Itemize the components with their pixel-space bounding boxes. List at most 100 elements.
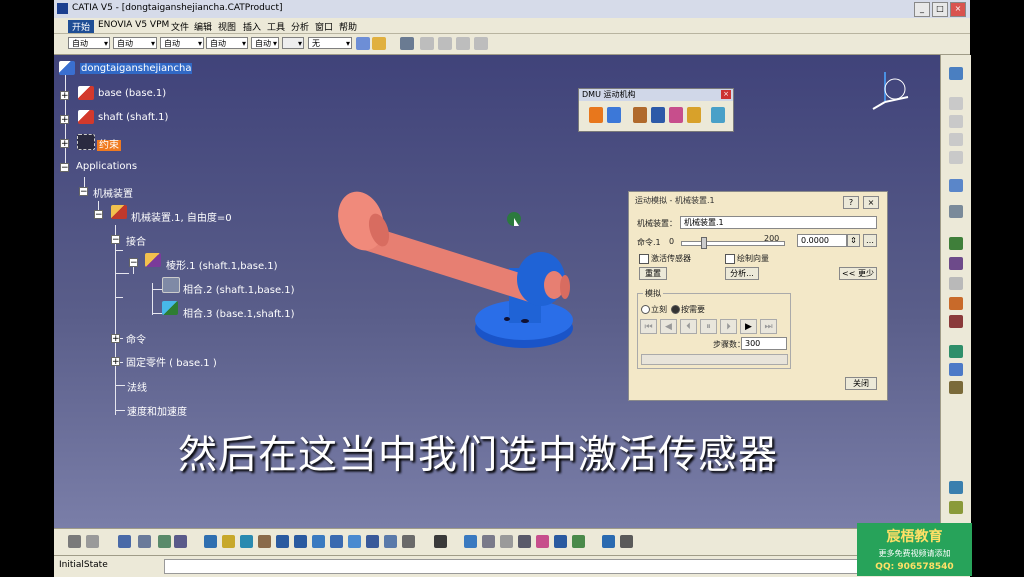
tool-icon[interactable] [949, 501, 963, 514]
tool-icon[interactable] [158, 535, 171, 548]
skip-to-end-icon[interactable]: ⏭ [760, 319, 777, 334]
more-options-button[interactable]: … [863, 234, 877, 247]
iso-view-icon[interactable] [330, 535, 343, 548]
menu-enovia[interactable]: ENOVIA V5 VPM [98, 20, 169, 30]
immediate-label[interactable]: 立刻 [651, 304, 667, 315]
close-button[interactable]: × [950, 2, 966, 17]
tree-constraints[interactable]: 约束 [97, 136, 121, 151]
expand-constraints-icon[interactable]: + [60, 139, 69, 149]
tree-coincidence-3[interactable]: 相合.3 (base.1,shaft.1) [183, 305, 295, 320]
compass-icon[interactable] [870, 67, 920, 117]
swap-space-icon[interactable] [384, 535, 397, 548]
tool-icon[interactable] [554, 535, 567, 548]
pan-icon[interactable] [240, 535, 253, 548]
close-dialog-button[interactable]: 关闭 [845, 377, 877, 390]
tool-icon[interactable] [949, 297, 963, 310]
command-value-input[interactable]: 0.0000 [797, 234, 847, 247]
paint-brush-icon[interactable] [356, 37, 370, 50]
simulate-with-commands-icon[interactable] [607, 107, 621, 123]
tool-icon[interactable] [949, 205, 963, 218]
activate-sensor-checkbox[interactable] [639, 254, 649, 264]
fly-mode-icon[interactable] [204, 535, 217, 548]
tool-icon[interactable] [949, 363, 963, 376]
tool-icon[interactable] [174, 535, 187, 548]
command-input[interactable] [164, 559, 866, 574]
reset-button[interactable]: 重置 [639, 267, 667, 280]
tool-icon[interactable] [949, 315, 963, 328]
dmu-close-icon[interactable]: × [721, 90, 731, 99]
select-arrow-icon[interactable] [949, 179, 963, 192]
save-management-icon[interactable] [400, 37, 414, 50]
collapse-applications-icon[interactable]: − [60, 163, 69, 173]
tree-base[interactable]: base (base.1) [98, 88, 166, 99]
transparency-combo[interactable]: 自动 [113, 37, 157, 50]
tree-fixed-part[interactable]: 固定零件 ( base.1 ) [126, 354, 217, 369]
fixed-part-icon[interactable] [669, 107, 683, 123]
shading-icon[interactable] [348, 535, 361, 548]
plot-vectors-checkbox[interactable] [725, 254, 735, 264]
3d-model[interactable] [329, 183, 589, 363]
compass-tool-icon[interactable] [464, 535, 477, 548]
mechanism-analysis-icon[interactable] [687, 107, 701, 123]
mechanism-select[interactable]: 机械装置.1 [680, 216, 877, 229]
tool-icon[interactable] [518, 535, 531, 548]
tree-commands[interactable]: 命令 [126, 331, 146, 346]
tool-icon[interactable] [500, 535, 513, 548]
menu-start[interactable]: 开始 [68, 20, 95, 33]
spinner-icon[interactable]: ⇕ [847, 234, 860, 247]
menu-file[interactable]: 文件 [171, 20, 189, 33]
menu-view[interactable]: 视图 [218, 20, 236, 33]
hide-show-icon[interactable] [366, 535, 379, 548]
menu-edit[interactable]: 编辑 [194, 20, 212, 33]
expand-commands-icon[interactable]: + [111, 334, 120, 344]
dialog-close-icon[interactable]: × [863, 196, 879, 209]
menu-analysis[interactable]: 分析 [291, 20, 309, 33]
expand-shaft-icon[interactable]: + [60, 115, 69, 125]
tree-root[interactable]: dongtaiganshejiancha [80, 63, 193, 74]
tool-icon[interactable] [949, 481, 963, 494]
tool-icon[interactable] [138, 535, 151, 548]
point-type-combo[interactable]: 自动 [251, 37, 279, 50]
zoom-in-icon[interactable] [276, 535, 289, 548]
tree-laws[interactable]: 法线 [127, 379, 147, 394]
collapse-joints-icon[interactable]: − [111, 235, 120, 245]
immediate-radio[interactable] [641, 305, 650, 314]
tree-shaft[interactable]: shaft (shaft.1) [98, 112, 168, 123]
tree-coincidence-2[interactable]: 相合.2 (shaft.1,base.1) [183, 281, 295, 296]
minimize-button[interactable]: _ [914, 2, 930, 17]
render-style-combo[interactable]: 无 [308, 37, 352, 50]
tree-applications[interactable]: Applications [76, 161, 137, 172]
collapse-mechanisms-icon[interactable]: − [79, 187, 88, 197]
table-icon[interactable] [118, 535, 131, 548]
formula-icon[interactable] [68, 535, 81, 548]
line-thickness-combo[interactable]: 自动 [160, 37, 204, 50]
activate-sensor-label[interactable]: 激活传感器 [651, 253, 691, 264]
tool-icon[interactable] [536, 535, 549, 548]
zoom-out-icon[interactable] [294, 535, 307, 548]
tool-icon[interactable] [949, 257, 963, 270]
plot-vectors-label[interactable]: 绘制向量 [737, 253, 769, 264]
expand-base-icon[interactable]: + [60, 91, 69, 101]
comment-icon[interactable] [86, 535, 99, 548]
menu-insert[interactable]: 插入 [243, 20, 261, 33]
pause-icon[interactable]: ⏸ [700, 319, 717, 334]
analyze-button[interactable]: 分析... [725, 267, 759, 280]
color-combo[interactable]: 自动 [68, 37, 110, 50]
tool-icon[interactable] [949, 237, 963, 250]
slider-thumb[interactable] [701, 237, 707, 249]
play-backward-icon[interactable]: ⏴ [680, 319, 697, 334]
tool-icon[interactable] [482, 535, 495, 548]
tree-mechanisms[interactable]: 机械装置 [93, 185, 133, 200]
normal-view-icon[interactable] [312, 535, 325, 548]
tree-mechanism-1[interactable]: 机械装置.1, 自由度=0 [131, 209, 232, 224]
menu-help[interactable]: 帮助 [339, 20, 357, 33]
steps-select[interactable]: 300 [741, 337, 787, 350]
on-request-radio[interactable] [671, 305, 680, 314]
play-icon[interactable]: ▶ [740, 319, 757, 334]
step-forward-icon[interactable]: ⏵ [720, 319, 737, 334]
menu-tools[interactable]: 工具 [267, 20, 285, 33]
camera-icon[interactable] [434, 535, 447, 548]
tool-icon[interactable] [949, 345, 963, 358]
tree-speed-acceleration[interactable]: 速度和加速度 [127, 403, 187, 418]
tool-icon[interactable] [572, 535, 585, 548]
